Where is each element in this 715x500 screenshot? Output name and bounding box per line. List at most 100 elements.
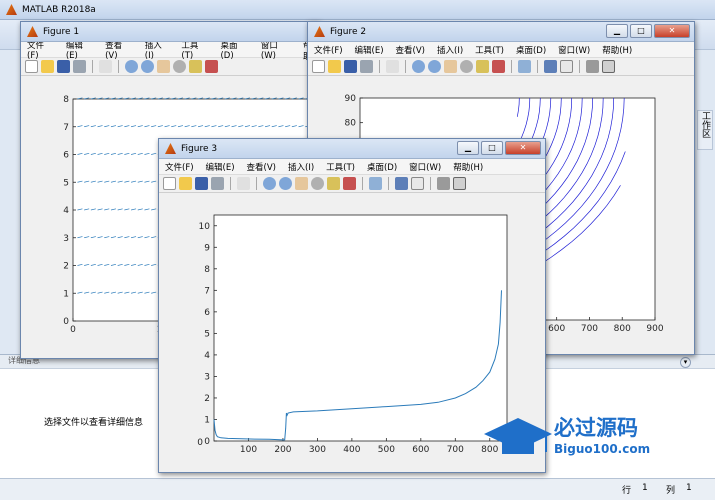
pointer-icon[interactable] xyxy=(237,177,250,190)
print-icon[interactable] xyxy=(360,60,373,73)
link-plot-icon[interactable] xyxy=(369,177,382,190)
menu-window[interactable]: 窗口(W) xyxy=(558,44,590,56)
data-cursor-icon[interactable] xyxy=(327,177,340,190)
new-figure-icon[interactable] xyxy=(163,177,176,190)
data-cursor-icon[interactable] xyxy=(189,60,202,73)
show-tools-icon[interactable] xyxy=(453,177,466,190)
figure-1-toolbar xyxy=(21,58,319,76)
link-plot-icon[interactable] xyxy=(518,60,531,73)
toolbar-separator xyxy=(388,177,389,190)
print-icon[interactable] xyxy=(211,177,224,190)
zoom-out-icon[interactable] xyxy=(279,177,292,190)
x-tick-label: 600 xyxy=(548,324,565,334)
colorbar-icon[interactable] xyxy=(395,177,408,190)
colorbar-icon[interactable] xyxy=(544,60,557,73)
menu-file[interactable]: 文件(F) xyxy=(314,44,343,56)
status-bar: 行 1 列 1 xyxy=(0,478,715,500)
y-tick-label: 10 xyxy=(199,222,211,232)
menu-view[interactable]: 查看(V) xyxy=(396,44,425,56)
pointer-icon[interactable] xyxy=(99,60,112,73)
y-tick-label: 7 xyxy=(204,286,210,296)
figure-2-toolbar xyxy=(308,58,694,76)
x-tick-label: 800 xyxy=(614,324,631,334)
pointer-icon[interactable] xyxy=(386,60,399,73)
menu-desktop[interactable]: 桌面(D) xyxy=(516,44,546,56)
print-icon[interactable] xyxy=(73,60,86,73)
minimize-button[interactable]: ▁ xyxy=(457,141,479,155)
rotate-icon[interactable] xyxy=(460,60,473,73)
new-figure-icon[interactable] xyxy=(312,60,325,73)
zoom-in-icon[interactable] xyxy=(263,177,276,190)
toolbar-separator xyxy=(230,177,231,190)
menu-insert[interactable]: 插入(I) xyxy=(437,44,463,56)
figure-1-menubar: 文件(F) 编辑(E) 查看(V) 插入(I) 工具(T) 桌面(D) 窗口(W… xyxy=(21,40,319,62)
menu-edit[interactable]: 编辑(E) xyxy=(206,161,235,173)
menu-help[interactable]: 帮助(H) xyxy=(453,161,483,173)
menu-tools[interactable]: 工具(T) xyxy=(326,161,355,173)
toolbar-separator xyxy=(256,177,257,190)
app-title: MATLAB R2018a xyxy=(22,4,96,15)
plot-area xyxy=(213,214,508,442)
maximize-button[interactable]: □ xyxy=(481,141,503,155)
figure-1-titlebar[interactable]: Figure 1 xyxy=(21,22,319,42)
figure-2-menubar: 文件(F) 编辑(E) 查看(V) 插入(I) 工具(T) 桌面(D) 窗口(W… xyxy=(308,42,694,58)
toolbar-separator xyxy=(405,60,406,73)
show-tools-icon[interactable] xyxy=(602,60,615,73)
x-tick-label: 700 xyxy=(581,324,598,334)
zoom-in-icon[interactable] xyxy=(125,60,138,73)
figure-3-menubar: 文件(F) 编辑(E) 查看(V) 插入(I) 工具(T) 桌面(D) 窗口(W… xyxy=(159,159,545,175)
minimize-button[interactable]: ▁ xyxy=(606,24,628,38)
figure-2-title: Figure 2 xyxy=(330,26,367,37)
x-tick-label: 400 xyxy=(343,445,360,455)
zoom-out-icon[interactable] xyxy=(141,60,154,73)
row-value: 1 xyxy=(642,483,648,493)
figure-3-titlebar[interactable]: Figure 3 ▁ □ ✕ xyxy=(159,139,545,159)
menu-edit[interactable]: 编辑(E) xyxy=(355,44,384,56)
toolbar-separator xyxy=(379,60,380,73)
brush-icon[interactable] xyxy=(343,177,356,190)
toolbar-separator xyxy=(362,177,363,190)
menu-help[interactable]: 帮助(H) xyxy=(602,44,632,56)
menu-insert[interactable]: 插入(I) xyxy=(288,161,314,173)
new-figure-icon[interactable] xyxy=(25,60,38,73)
menu-view[interactable]: 查看(V) xyxy=(247,161,276,173)
brush-icon[interactable] xyxy=(492,60,505,73)
figure-3-title: Figure 3 xyxy=(181,143,218,154)
pan-icon[interactable] xyxy=(295,177,308,190)
brand-url: Biguo100.com xyxy=(554,442,651,456)
pan-icon[interactable] xyxy=(444,60,457,73)
legend-icon[interactable] xyxy=(560,60,573,73)
hide-tools-icon[interactable] xyxy=(586,60,599,73)
pan-icon[interactable] xyxy=(157,60,170,73)
zoom-in-icon[interactable] xyxy=(412,60,425,73)
y-tick-label: 80 xyxy=(345,119,357,129)
workspace-side-tab[interactable]: 工作区 xyxy=(697,110,713,150)
menu-file[interactable]: 文件(F) xyxy=(165,161,194,173)
matlab-logo-icon xyxy=(6,4,17,15)
open-icon[interactable] xyxy=(41,60,54,73)
menu-window[interactable]: 窗口(W) xyxy=(409,161,441,173)
y-tick-label: 1 xyxy=(204,415,210,425)
save-icon[interactable] xyxy=(195,177,208,190)
menu-tools[interactable]: 工具(T) xyxy=(475,44,504,56)
data-cursor-icon[interactable] xyxy=(476,60,489,73)
window-controls: ▁ □ ✕ xyxy=(606,24,690,38)
close-button[interactable]: ✕ xyxy=(654,24,690,38)
rotate-icon[interactable] xyxy=(173,60,186,73)
details-expand-icon[interactable]: ▾ xyxy=(680,357,691,368)
open-icon[interactable] xyxy=(328,60,341,73)
toolbar-separator xyxy=(579,60,580,73)
figure-2-titlebar[interactable]: Figure 2 ▁ □ ✕ xyxy=(308,22,694,42)
zoom-out-icon[interactable] xyxy=(428,60,441,73)
save-icon[interactable] xyxy=(57,60,70,73)
legend-icon[interactable] xyxy=(411,177,424,190)
brush-icon[interactable] xyxy=(205,60,218,73)
y-tick-label: 8 xyxy=(63,95,69,105)
hide-tools-icon[interactable] xyxy=(437,177,450,190)
close-button[interactable]: ✕ xyxy=(505,141,541,155)
save-icon[interactable] xyxy=(344,60,357,73)
rotate-icon[interactable] xyxy=(311,177,324,190)
maximize-button[interactable]: □ xyxy=(630,24,652,38)
open-icon[interactable] xyxy=(179,177,192,190)
menu-desktop[interactable]: 桌面(D) xyxy=(367,161,397,173)
